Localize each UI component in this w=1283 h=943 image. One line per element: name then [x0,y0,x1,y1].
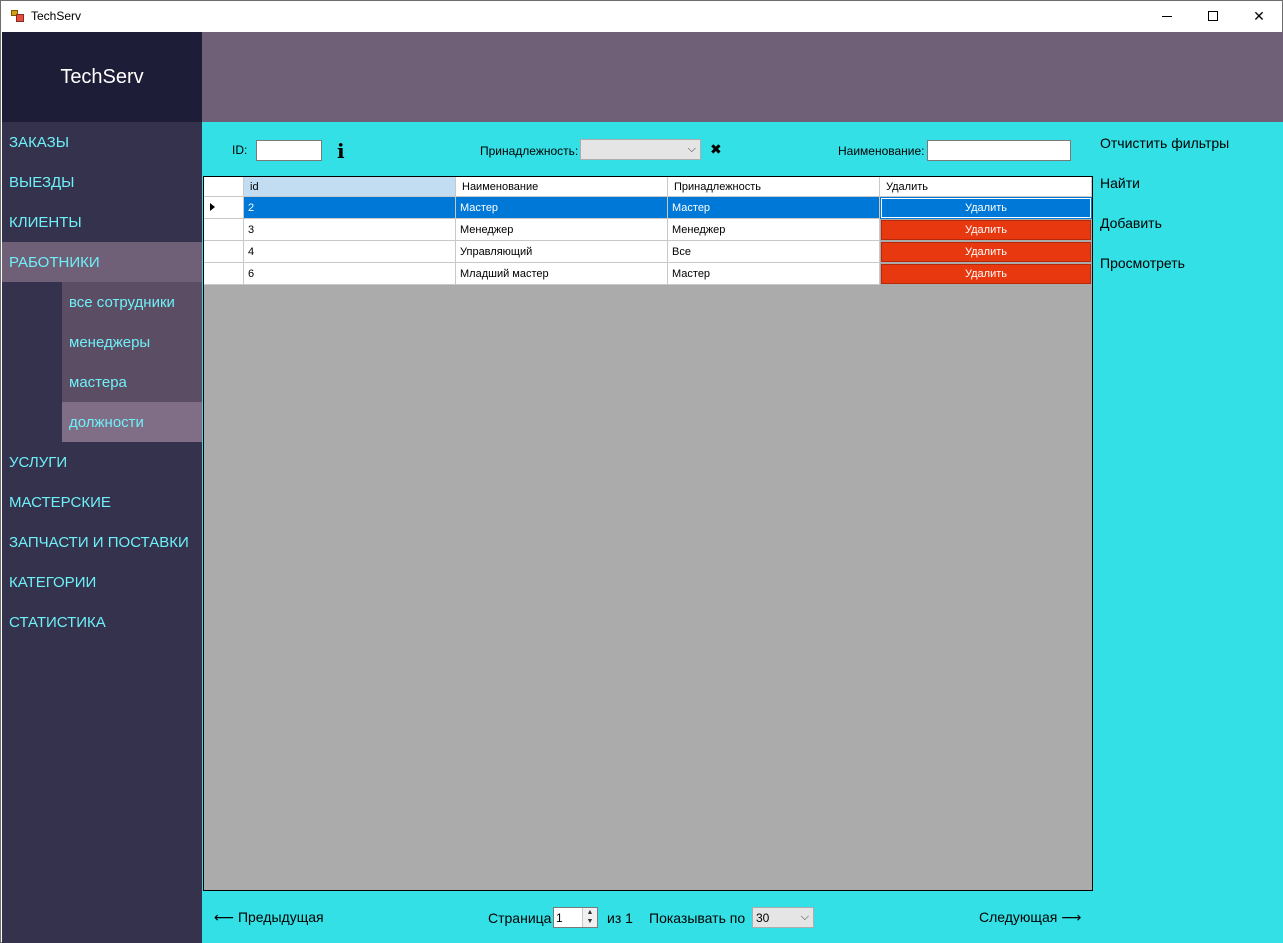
sidebar-item-categories[interactable]: КАТЕГОРИИ [2,562,202,602]
current-row-icon [210,203,215,211]
chevron-down-icon: ⌵ [800,911,809,923]
main-panel: ID: i Принадлежность: ⌵ ✖ Наименование: … [202,122,1283,943]
clear-affiliation-icon[interactable]: ✖ [710,141,722,158]
logo: TechServ [60,65,144,88]
sidebar-item-orders[interactable]: ЗАКАЗЫ [2,122,202,162]
sidebar-item-clients[interactable]: КЛИЕНТЫ [2,202,202,242]
sidebar-item-workshops[interactable]: МАСТЕРСКИЕ [2,482,202,522]
cell-name[interactable]: Мастер [456,197,668,219]
table-row[interactable]: 4 Управляющий Все Удалить [204,241,1092,263]
delete-row-button[interactable]: Удалить [881,264,1091,284]
page-label: Страница [488,910,552,926]
sidebar-item-statistics[interactable]: СТАТИСТИКА [2,602,202,642]
title-bar: TechServ ✕ [1,1,1282,31]
app-icon [11,10,24,22]
info-icon[interactable]: i [337,139,345,163]
minimize-icon [1162,15,1172,17]
clear-filters-button[interactable]: Отчистить фильтры [1100,135,1229,151]
name-filter-input[interactable] [927,140,1071,161]
subitem-managers[interactable]: менеджеры [62,322,202,362]
subitem-masters[interactable]: мастера [62,362,202,402]
next-page-button[interactable]: Следующая ⟶ [979,909,1081,926]
page-number-stepper[interactable]: 1 ▲ ▼ [553,907,598,928]
page-number-value: 1 [556,910,563,925]
cell-name[interactable]: Управляющий [456,241,668,263]
cell-affiliation[interactable]: Мастер [668,197,880,219]
sidebar-item-visits[interactable]: ВЫЕЗДЫ [2,162,202,202]
positions-grid[interactable]: id Наименование Принадлежность Удалить 2… [203,176,1093,891]
subitem-positions[interactable]: должности [62,402,202,442]
table-row[interactable]: 3 Менеджер Менеджер Удалить [204,219,1092,241]
column-header-id[interactable]: id [244,177,456,197]
cell-name[interactable]: Младший мастер [456,263,668,285]
affiliation-filter-label: Принадлежность: [480,144,579,158]
minimize-button[interactable] [1144,1,1190,31]
previous-page-button[interactable]: ⟵ Предыдущая [214,909,324,926]
row-header[interactable] [204,241,244,263]
subitem-all-employees[interactable]: все сотрудники [62,282,202,322]
find-button[interactable]: Найти [1100,175,1140,191]
chevron-up-icon[interactable]: ▲ [583,908,597,917]
sidebar-item-parts-supplies[interactable]: ЗАПЧАСТИ И ПОСТАВКИ [2,522,202,562]
row-header-corner [204,177,244,197]
close-button[interactable]: ✕ [1236,1,1282,31]
sidebar: TechServ ЗАКАЗЫ ВЫЕЗДЫ КЛИЕНТЫ РАБОТНИКИ… [2,32,202,943]
cell-affiliation[interactable]: Все [668,241,880,263]
cell-affiliation[interactable]: Менеджер [668,219,880,241]
grid-header-row: id Наименование Принадлежность Удалить [204,177,1092,197]
sidebar-item-workers[interactable]: РАБОТНИКИ [2,242,202,282]
row-header[interactable] [204,263,244,285]
close-icon: ✕ [1253,7,1265,24]
delete-row-button[interactable]: Удалить [881,242,1091,262]
stepper-buttons[interactable]: ▲ ▼ [582,908,597,927]
cell-id[interactable]: 6 [244,263,456,285]
id-filter-label: ID: [232,143,248,157]
chevron-down-icon: ⌵ [687,143,696,155]
add-button[interactable]: Добавить [1100,215,1162,231]
cell-id[interactable]: 3 [244,219,456,241]
window-title: TechServ [31,9,82,23]
name-filter-label: Наименование: [838,144,925,158]
maximize-button[interactable] [1190,1,1236,31]
row-header[interactable] [204,219,244,241]
delete-row-button[interactable]: Удалить [881,220,1091,240]
logo-area: TechServ [2,32,202,122]
chevron-down-icon[interactable]: ▼ [583,917,597,926]
page-size-label: Показывать по [649,910,746,926]
maximize-icon [1208,11,1218,21]
view-button[interactable]: Просмотреть [1100,255,1185,271]
delete-row-button[interactable]: Удалить [880,197,1092,219]
page-size-select[interactable]: 30 ⌵ [752,907,814,928]
affiliation-filter-select[interactable]: ⌵ [580,139,701,160]
header-band [202,32,1283,122]
cell-name[interactable]: Менеджер [456,219,668,241]
column-header-affiliation[interactable]: Принадлежность [668,177,880,197]
table-row[interactable]: 2 Мастер Мастер Удалить [204,197,1092,219]
id-filter-input[interactable] [256,140,322,161]
table-row[interactable]: 6 Младший мастер Мастер Удалить [204,263,1092,285]
cell-id[interactable]: 2 [244,197,456,219]
app-window: TechServ ✕ TechServ ЗАКАЗЫ ВЫЕЗДЫ КЛИЕНТ… [0,0,1283,943]
column-header-delete[interactable]: Удалить [880,177,1092,197]
cell-id[interactable]: 4 [244,241,456,263]
row-header[interactable] [204,197,244,219]
sidebar-item-services[interactable]: УСЛУГИ [2,442,202,482]
column-header-name[interactable]: Наименование [456,177,668,197]
page-size-value: 30 [756,910,770,925]
cell-affiliation[interactable]: Мастер [668,263,880,285]
workers-submenu: все сотрудники менеджеры мастера должнос… [2,282,202,442]
page-total-label: из 1 [607,910,633,926]
